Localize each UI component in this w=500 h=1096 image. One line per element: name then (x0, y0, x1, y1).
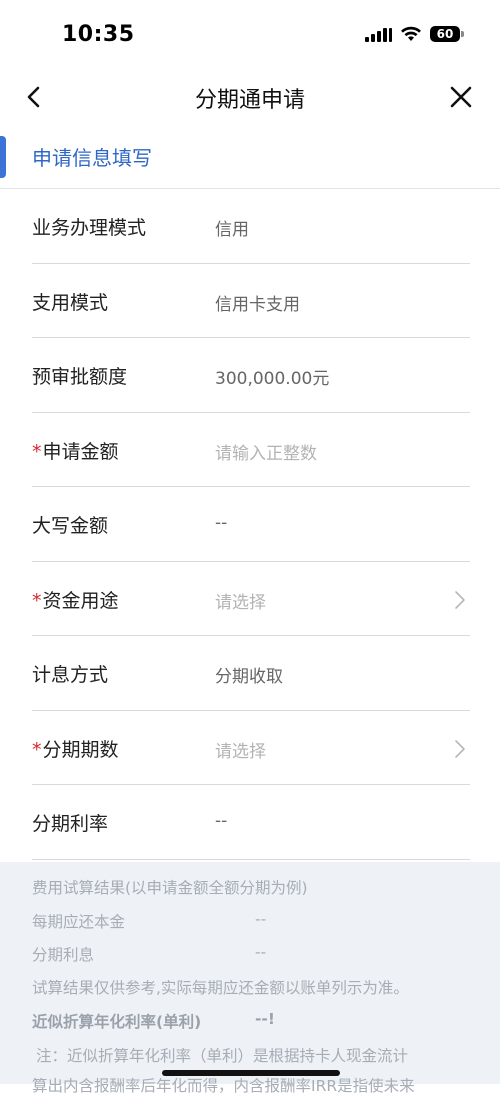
form-row-installment-rate: 分期利率 -- (0, 785, 500, 860)
form-row-amount-in-words: 大写金额 -- (0, 487, 500, 562)
form-row-pre-approved-limit: 预审批额度 300,000.00元 (0, 338, 500, 413)
interest-value: -- (255, 943, 267, 961)
field-label-text: 预审批额度 (32, 366, 128, 388)
field-label-text: 分期利率 (32, 813, 109, 835)
field-label: 预审批额度 (32, 362, 127, 389)
apr-note-line-2: 算出内含报酬率后年化而得，内含报酬率IRR是指使未来 (32, 1077, 415, 1095)
field-label: *资金用途 (32, 586, 119, 613)
home-indicator (162, 1070, 340, 1076)
field-label-text: 大写金额 (32, 515, 109, 537)
field-input[interactable]: 请选择 (215, 588, 266, 613)
calc-heading: 费用试算结果(以申请金额全额分期为例) (32, 879, 308, 897)
field-value: 信用 (215, 220, 249, 240)
required-mark: * (32, 440, 42, 463)
required-mark: * (32, 589, 42, 612)
field-label-text: 计息方式 (32, 664, 109, 686)
calc-disclaimer: 试算结果仅供参考,实际每期应还金额以账单列示为准。 (32, 979, 409, 997)
wifi-icon (401, 26, 421, 41)
nav-bar: 分期通申请 (0, 70, 500, 126)
form-row-mode: 业务办理模式 信用 (0, 189, 500, 264)
field-value: -- (215, 513, 228, 533)
field-label-text: 支用模式 (32, 291, 109, 314)
required-mark: * (32, 738, 42, 761)
field-label: 业务办理模式 (32, 213, 146, 240)
field-value: 分期收取 (215, 667, 283, 687)
row-divider (32, 858, 470, 860)
status-icons: 60 (365, 26, 464, 42)
fee-calculation-panel: 费用试算结果(以申请金额全额分期为例) 每期应还本金 -- 分期利息 -- 试算… (0, 862, 500, 1095)
field-label: *分期期数 (32, 735, 119, 762)
battery-icon: 60 (430, 26, 464, 42)
chevron-right-icon[interactable] (454, 590, 466, 610)
status-time: 10:35 (62, 22, 135, 47)
field-value: -- (215, 811, 228, 831)
battery-level: 60 (436, 27, 454, 41)
field-label-text: 业务办理模式 (32, 217, 147, 239)
field-value: 300,000.00元 (215, 369, 330, 389)
apr-value: --! (255, 1010, 275, 1028)
field-label: 支用模式 (32, 288, 108, 315)
form-row-installment-count[interactable]: *分期期数 请选择 (0, 711, 500, 785)
cellular-signal-icon (365, 26, 392, 42)
section-accent-bar (0, 136, 6, 178)
chevron-right-icon[interactable] (454, 739, 466, 759)
form-row-apply-amount[interactable]: *申请金额 请输入正整数 (0, 413, 500, 487)
apr-note-line-1: 注：近似折算年化利率（单利）是根据持卡人现金流计 (36, 1047, 409, 1065)
form-row-interest-method: 计息方式 分期收取 (0, 636, 500, 711)
status-bar: 10:35 60 (0, 0, 500, 70)
application-form: 业务办理模式 信用 支用模式 信用卡支用 预审批额度 300,000.00元 *申请金额 请输… (0, 189, 500, 860)
field-input[interactable]: 请选择 (215, 737, 266, 762)
field-value: 信用卡支用 (215, 294, 300, 315)
form-row-fund-purpose[interactable]: *资金用途 请选择 (0, 562, 500, 636)
field-input[interactable]: 请输入正整数 (215, 439, 317, 464)
section-title: 申请信息填写 (32, 146, 152, 170)
section-header: 申请信息填写 (0, 132, 500, 180)
principal-label: 每期应还本金 (32, 913, 126, 931)
page-title: 分期通申请 (194, 88, 305, 113)
field-label: 计息方式 (32, 660, 108, 687)
field-label: *申请金额 (32, 437, 119, 464)
principal-value: -- (255, 910, 267, 928)
field-label-text: 申请金额 (42, 440, 119, 463)
apr-label: 近似折算年化利率(单利) (32, 1013, 202, 1031)
close-icon[interactable] (446, 82, 476, 112)
field-label-text: 资金用途 (42, 589, 119, 612)
field-label: 大写金额 (32, 511, 108, 538)
form-row-usage-mode: 支用模式 信用卡支用 (0, 264, 500, 338)
interest-label: 分期利息 (32, 946, 95, 964)
field-label-text: 分期期数 (42, 738, 119, 761)
field-label: 分期利率 (32, 809, 108, 836)
